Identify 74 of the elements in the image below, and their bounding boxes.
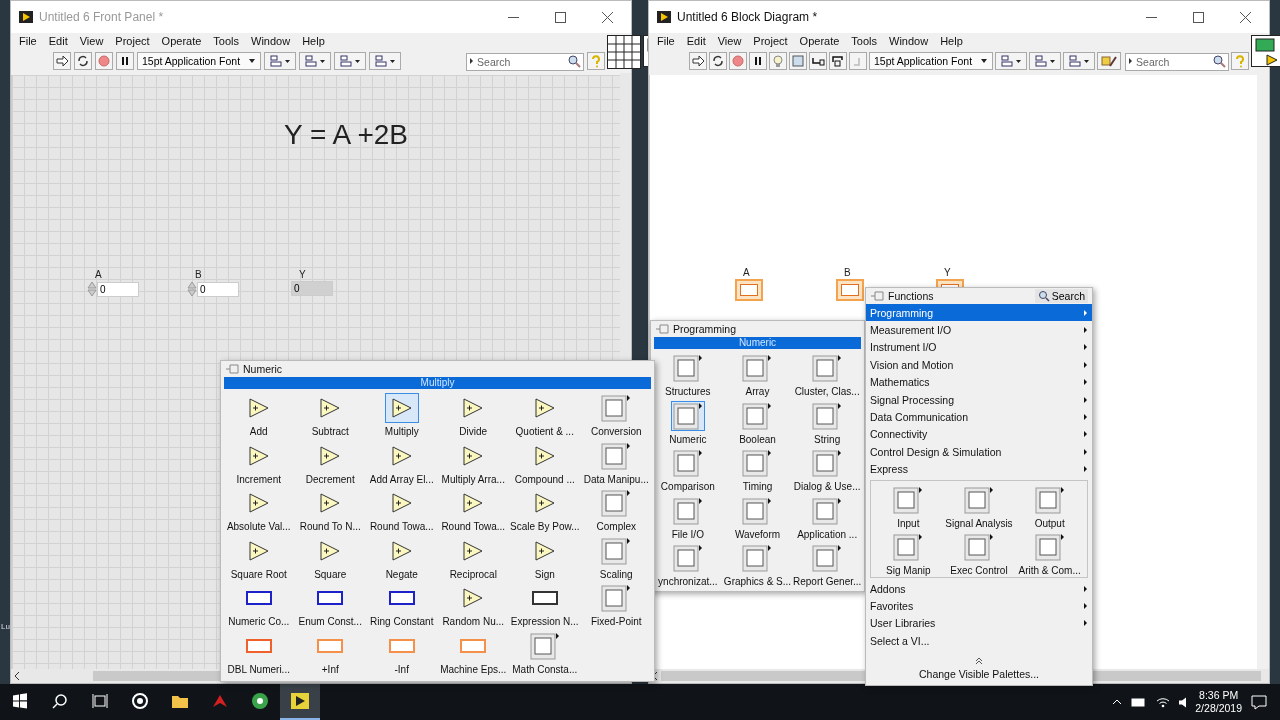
control-label: B xyxy=(195,269,203,280)
palette-item-label: Square xyxy=(314,568,347,580)
palette-item-label: Reciprocal xyxy=(449,568,497,580)
palette-item-label: Graphics & S... xyxy=(723,576,792,587)
palette-item-label: String xyxy=(814,433,841,445)
desktop-text: Lu xyxy=(1,622,10,631)
palette-item-label: +Inf xyxy=(321,663,339,675)
palette-item-label: Machine Eps... xyxy=(440,663,507,675)
palette-title: Numeric xyxy=(243,363,284,375)
palette-item-label: Multiply xyxy=(384,426,419,437)
clock-time: 8:36 PM xyxy=(1199,689,1239,702)
palette-item-label: Increment xyxy=(236,473,281,485)
palette-item-label: Compound ... xyxy=(514,473,575,485)
palette-item-label: Multiply Arra... xyxy=(441,473,505,485)
palette-item-label: Decrement xyxy=(305,473,355,485)
palette-item-label: Absolute Val... xyxy=(226,521,291,532)
palette-item-label: Array xyxy=(745,386,770,397)
palette-item-label: Comparison xyxy=(660,481,715,492)
free-label: Y = A +2B xyxy=(284,119,409,151)
palette-item-label: Math Consta... xyxy=(512,663,578,675)
control-label: Y xyxy=(299,269,307,280)
palette-item-label: Dialog & Use... xyxy=(793,481,861,492)
palette-item-label: Output xyxy=(1034,517,1065,529)
palette-title: Programming xyxy=(673,323,738,335)
palette-item-label: Sign xyxy=(534,568,555,580)
palette-item-label: Conversion xyxy=(590,426,642,437)
palette-item-label: Report Gener... xyxy=(792,576,862,587)
palette-item-label: Numeric Co... xyxy=(228,616,290,627)
palette-title: Functions xyxy=(888,290,935,302)
palette-item-label: Scaling xyxy=(599,568,633,580)
palette-item-label: Exec Control xyxy=(950,564,1008,576)
palette-item-label: Negate xyxy=(385,568,418,580)
numeric-indicator: 0 xyxy=(291,281,333,296)
palette-item-label: Complex xyxy=(596,521,636,532)
palette-highlight-bar: Numeric xyxy=(654,337,861,349)
palette-item-label: Quotient & ... xyxy=(515,426,574,437)
palette-item-label: Timing xyxy=(742,481,773,492)
palette-item-label: -Inf xyxy=(394,663,409,675)
palette-item-label: DBL Numeri... xyxy=(227,663,290,675)
palette-item-label: Boolean xyxy=(739,433,776,445)
palette-item-label: Round To N... xyxy=(299,521,361,532)
palette-item-label: Data Manipu... xyxy=(583,473,649,485)
terminal-label: A xyxy=(743,267,751,278)
window-title: Untitled 6 Block Diagram * xyxy=(677,10,819,24)
palette-item-label: Scale By Pow... xyxy=(510,521,580,532)
palette-item-label: Arith & Com... xyxy=(1018,564,1081,576)
palette-item-label: Add Array El... xyxy=(369,473,434,485)
palette-item-label: Round Towa... xyxy=(369,521,434,532)
palette-item-label: Enum Const... xyxy=(298,616,362,627)
palette-item-label: Fixed-Point xyxy=(590,616,642,627)
palette-item-label: Square Root xyxy=(230,568,287,580)
palette-item-label: File I/O xyxy=(671,528,704,540)
palette-item-label: Round Towa... xyxy=(441,521,506,532)
palette-item-label: Subtract xyxy=(311,426,349,437)
palette-item-label: Input xyxy=(897,517,920,529)
terminal-label: B xyxy=(844,267,852,278)
control-label: A xyxy=(95,269,103,280)
palette-item-label: Divide xyxy=(459,426,488,437)
palette-item-label: Waveform xyxy=(734,528,781,540)
palette-item-label: Sig Manip xyxy=(886,564,931,576)
palette-item-label: Random Nu... xyxy=(442,616,505,627)
palette-item-label: Numeric xyxy=(669,433,707,445)
window-title: Untitled 6 Front Panel * xyxy=(39,10,165,24)
palette-item-label: Add xyxy=(249,426,268,437)
palette-item-label: Application ... xyxy=(797,528,858,540)
palette-item-label: Structures xyxy=(665,386,711,397)
palette-item-label: Signal Analysis xyxy=(945,517,1013,529)
palette-item-label: Ring Constant xyxy=(370,616,434,627)
palette-item-label: Expression N... xyxy=(510,616,579,627)
palette-highlight-bar: Multiply xyxy=(224,377,651,389)
palette-item-label: Cluster, Clas... xyxy=(794,386,860,397)
clock-date: 2/28/2019 xyxy=(1195,702,1242,715)
palette-item-label: ynchronizat... xyxy=(658,576,718,587)
terminal-label: Y xyxy=(944,267,952,278)
